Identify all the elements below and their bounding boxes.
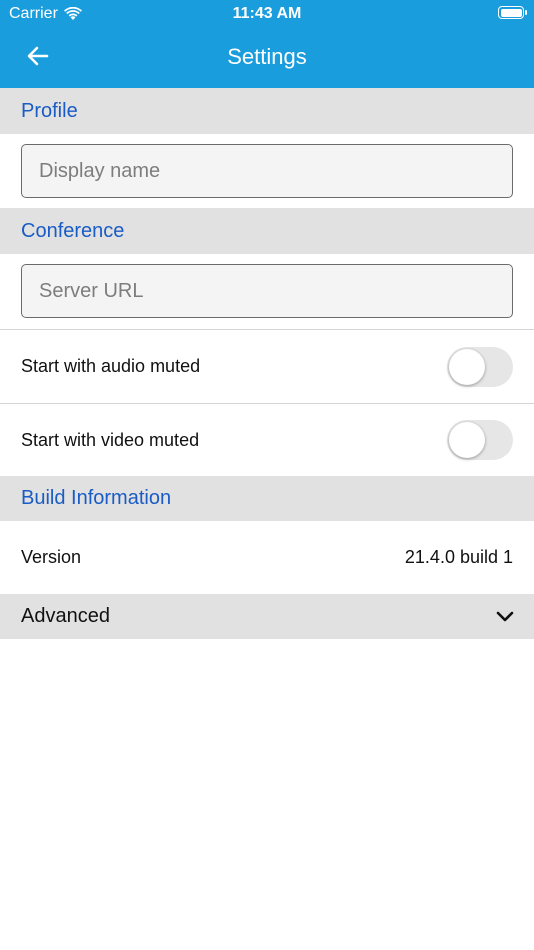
toggle-knob	[449, 348, 485, 385]
section-build-information: Build Information	[0, 476, 534, 521]
version-value: 21.4.0 build 1	[404, 547, 513, 567]
section-build-title: Build Information	[21, 487, 172, 509]
audio-muted-label: Start with audio muted	[21, 356, 201, 376]
battery-icon	[498, 6, 527, 19]
app-header: Carrier 11:43 AM Settings	[0, 0, 534, 88]
chevron-down-icon	[496, 611, 514, 621]
page-title: Settings	[227, 44, 307, 69]
status-time: 11:43 AM	[232, 5, 302, 22]
section-conference: Conference	[0, 208, 534, 254]
section-conference-title: Conference	[21, 219, 125, 242]
video-muted-label: Start with video muted	[21, 429, 200, 450]
toggle-knob	[449, 422, 485, 458]
section-profile: Profile	[0, 88, 534, 134]
server-url-input[interactable]	[21, 264, 513, 318]
video-muted-toggle[interactable]	[447, 420, 513, 460]
audio-muted-toggle[interactable]	[447, 346, 513, 387]
display-name-input[interactable]	[21, 144, 513, 198]
advanced-expander[interactable]: Advanced	[0, 594, 534, 639]
video-muted-row: Start with video muted	[0, 404, 534, 476]
version-label: Version	[21, 547, 82, 567]
audio-muted-row: Start with audio muted	[0, 330, 534, 403]
advanced-label: Advanced	[21, 605, 110, 627]
version-row: Version 21.4.0 build 1	[0, 521, 534, 594]
section-profile-title: Profile	[21, 99, 78, 122]
